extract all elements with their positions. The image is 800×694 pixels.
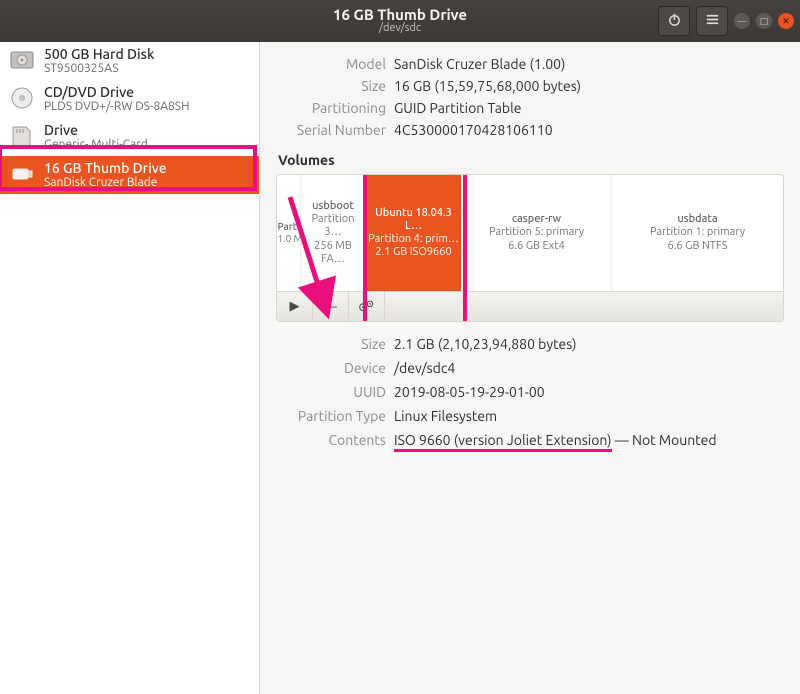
partition-size: 6.6 GB Ext4 [508, 240, 565, 253]
window-subtitle: /dev/sdc [379, 22, 421, 35]
partition-name: Partition 2 [278, 221, 300, 233]
mount-button[interactable]: ▶ [277, 292, 313, 321]
volume-ptype-label: Partition Type [276, 408, 386, 424]
volume-options-button[interactable] [349, 292, 385, 321]
power-icon [667, 12, 682, 30]
optical-icon [8, 84, 36, 112]
maximize-icon: □ [760, 16, 769, 27]
sidebar-item-sub: ST9500325AS [44, 62, 154, 76]
volume-map: Partition 2 1.0 MB U… usbboot Partition … [277, 175, 783, 291]
partition-name: usbdata [677, 213, 717, 226]
volume-detail-grid: Size 2.1 GB (2,10,23,94,880 bytes) Devic… [276, 336, 784, 448]
drive-detail-pane: Model SanDisk Cruzer Blade (1.00) Size 1… [260, 42, 800, 694]
drive-size-value: 16 GB (15,59,75,68,000 bytes) [394, 78, 784, 94]
volume-uuid-label: UUID [276, 384, 386, 400]
sidebar-item-multicard[interactable]: Drive Generic- Multi-Card [0, 118, 259, 156]
hdd-icon [8, 46, 36, 74]
partition-1-usbdata[interactable]: usbdata Partition 1: primary 6.6 GB NTFS [612, 175, 783, 291]
partition-name: usbboot [312, 200, 354, 213]
volumes-title: Volumes [278, 152, 782, 168]
window-title: 16 GB Thumb Drive [333, 7, 467, 22]
delete-partition-button[interactable]: — [313, 292, 349, 321]
partition-type: Partition 1: primary [650, 226, 745, 239]
partition-size: 2.1 GB ISO9660 [375, 246, 451, 259]
partition-type: Partition 3… [303, 213, 363, 239]
partition-2[interactable]: Partition 2 1.0 MB U… [277, 175, 301, 291]
partition-size: 6.6 GB NTFS [668, 240, 728, 253]
volume-ptype-value: Linux Filesystem [394, 408, 784, 424]
volume-contents-tail: — Not Mounted [612, 432, 717, 448]
sidebar-item-title: Drive [44, 122, 148, 138]
close-icon: ✕ [782, 16, 790, 27]
partition-type: Partition 5: primary [489, 226, 584, 239]
volume-device-value: /dev/sdc4 [394, 360, 784, 376]
sidebar-item-optical[interactable]: CD/DVD Drive PLDS DVD+/-RW DS-8A8SH [0, 80, 259, 118]
volume-map-box: Partition 2 1.0 MB U… usbboot Partition … [276, 174, 784, 322]
minus-icon: — [324, 300, 337, 314]
drive-model-label: Model [276, 56, 386, 72]
window-close[interactable]: ✕ [778, 13, 794, 29]
sidebar-item-thumb-drive[interactable]: 16 GB Thumb Drive SanDisk Cruzer Blade [0, 156, 259, 194]
partition-name: casper-rw [512, 213, 561, 226]
sidebar-item-sub: SanDisk Cruzer Blade [44, 176, 167, 190]
partition-size: 256 MB FA… [303, 240, 363, 266]
drive-info-grid: Model SanDisk Cruzer Blade (1.00) Size 1… [276, 56, 784, 138]
partition-3-usbboot[interactable]: usbboot Partition 3… 256 MB FA… [301, 175, 366, 291]
sidebar-item-hard-disk[interactable]: 500 GB Hard Disk ST9500325AS [0, 42, 259, 80]
window-maximize[interactable]: □ [756, 13, 772, 29]
thumb-icon [8, 160, 36, 188]
volume-device-label: Device [276, 360, 386, 376]
volume-size-value: 2.1 GB (2,10,23,94,880 bytes) [394, 336, 784, 352]
volume-contents-value: ISO 9660 (version Joliet Extension) — No… [394, 432, 784, 448]
power-button[interactable] [658, 6, 690, 36]
window-minimize[interactable]: — [734, 13, 750, 29]
drive-sidebar: 500 GB Hard Disk ST9500325AS CD/DVD Driv… [0, 42, 260, 694]
drive-serial-label: Serial Number [276, 122, 386, 138]
window-titlebar: 16 GB Thumb Drive /dev/sdc — □ ✕ [0, 0, 800, 42]
hamburger-icon [705, 12, 720, 30]
volume-toolbar: ▶ — [277, 291, 783, 321]
partition-size: 1.0 MB U… [278, 233, 300, 245]
sidebar-item-sub: Generic- Multi-Card [44, 138, 148, 152]
volume-size-label: Size [276, 336, 386, 352]
play-icon: ▶ [290, 299, 300, 314]
sidebar-item-sub: PLDS DVD+/-RW DS-8A8SH [44, 100, 189, 114]
partition-type: Partition 4: prim… [368, 233, 459, 246]
volume-uuid-value: 2019-08-05-19-29-01-00 [394, 384, 784, 400]
minimize-icon: — [738, 16, 747, 26]
drive-model-value: SanDisk Cruzer Blade (1.00) [394, 56, 784, 72]
drive-partitioning-label: Partitioning [276, 100, 386, 116]
partition-name: Ubuntu 18.04.3 L… [368, 207, 459, 233]
sidebar-item-title: CD/DVD Drive [44, 84, 189, 100]
drive-size-label: Size [276, 78, 386, 94]
drive-partitioning-value: GUID Partition Table [394, 100, 784, 116]
volume-contents-label: Contents [276, 432, 386, 448]
sidebar-item-title: 500 GB Hard Disk [44, 46, 154, 62]
gears-icon [358, 298, 375, 316]
partition-4-ubuntu[interactable]: Ubuntu 18.04.3 L… Partition 4: prim… 2.1… [366, 175, 462, 291]
sdcard-icon [8, 122, 36, 150]
annotation-underline-contents: ISO 9660 (version Joliet Extension) [394, 432, 612, 452]
sidebar-item-title: 16 GB Thumb Drive [44, 160, 167, 176]
hamburger-button[interactable] [696, 6, 728, 36]
drive-serial-value: 4C530000170428106110 [394, 122, 784, 138]
partition-5-casper-rw[interactable]: casper-rw Partition 5: primary 6.6 GB Ex… [462, 175, 612, 291]
window-controls: — □ ✕ [734, 13, 794, 29]
